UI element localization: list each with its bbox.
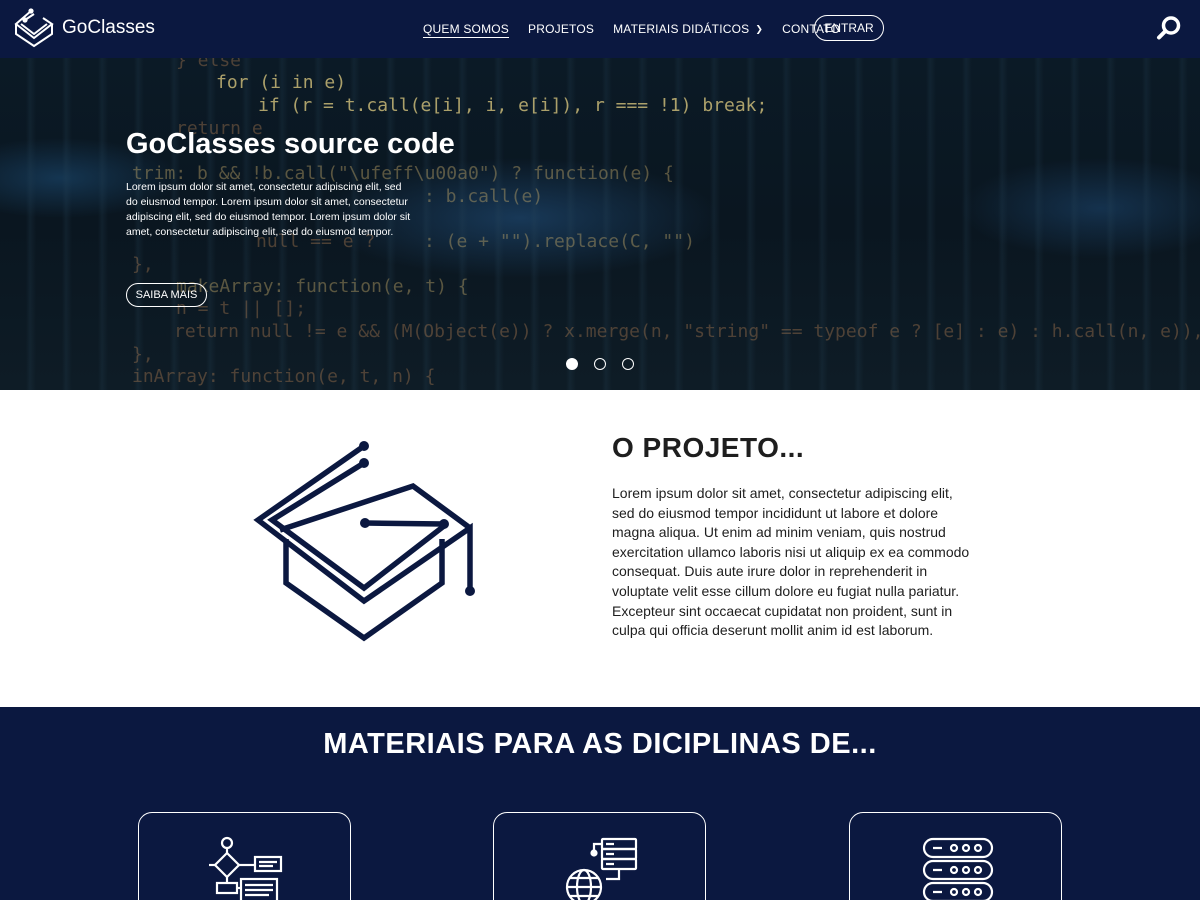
subject-card-databases[interactable] [849,812,1062,900]
carousel-dot-2[interactable] [594,358,606,370]
nav-item-quem-somos[interactable]: QUEM SOMOS [423,22,509,36]
code-line: for (i in e) [216,72,347,93]
brand[interactable]: GoClasses [12,8,155,48]
graduation-cap-circuit-icon [253,441,475,642]
materials-title: MATERIAIS PARA AS DICIPLINAS DE... [323,728,877,760]
learn-more-button[interactable]: SAIBA MAIS [126,283,207,307]
chevron-down-icon: ❯ [755,23,764,34]
search-icon [1157,16,1181,40]
carousel-dot-1[interactable] [566,358,578,370]
flowchart-icon [209,836,283,900]
nav-item-materiais-label: MATERIAIS DIDÁTICOS [613,22,750,36]
globe-database-icon [565,837,638,900]
code-line: }, [132,254,154,275]
code-line: return null != e && (M(Object(e)) ? x.me… [174,321,1200,342]
carousel-dot-3[interactable] [622,358,634,370]
hero-text: Lorem ipsum dolor sit amet, consectetur … [126,181,411,238]
server-icon [922,837,994,900]
code-line: }, [132,344,154,365]
nav-item-materiais-didaticos[interactable]: MATERIAIS DIDÁTICOS ❯ [613,22,763,36]
code-line: if (r = t.call(e[i], i, e[i]), r === !1)… [258,95,768,116]
code-line: } else [176,58,242,71]
code-line: inArray: function(e, t, n) { [132,366,436,387]
main-nav: QUEM SOMOS PROJETOS MATERIAIS DIDÁTICOS … [423,0,859,58]
code-line: makeArray: function(e, t) { [176,276,469,297]
nav-item-projetos[interactable]: PROJETOS [528,22,594,36]
project-title: O PROJETO... [612,432,805,463]
carousel-indicators [566,358,634,370]
project-description: Lorem ipsum dolor sit amet, consectetur … [612,485,970,639]
brand-name: GoClasses [62,17,155,38]
graduation-cap-logo-icon [14,8,54,48]
search-button[interactable] [1156,15,1182,41]
hero-title: GoClasses source code [126,128,455,160]
code-line: : (e + "").replace(C, "") [424,231,695,252]
subject-card-networks[interactable] [493,812,706,900]
project-section [0,390,1200,707]
navbar: GoClasses QUEM SOMOS PROJETOS MATERIAIS … [0,0,1200,58]
subject-card-algorithms[interactable] [138,812,351,900]
code-line: : b.call(e) [424,186,544,207]
login-button[interactable]: ENTRAR [814,15,884,41]
